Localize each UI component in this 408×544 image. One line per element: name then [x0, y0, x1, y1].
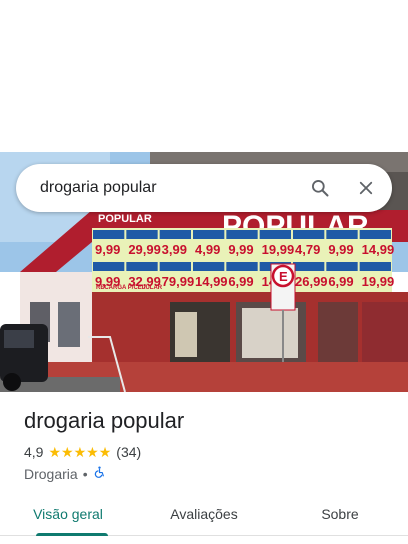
- price-label-band: [293, 230, 325, 239]
- promo-text: RECARGA P/CELULAR: [96, 285, 163, 291]
- price-tag: 26,99: [295, 274, 328, 289]
- price-tag: 4,99: [195, 242, 220, 257]
- tab-about[interactable]: Sobre: [272, 496, 408, 535]
- review-count[interactable]: (34): [116, 444, 141, 460]
- price-label-band: [359, 262, 391, 271]
- price-tag: 19,99: [362, 274, 395, 289]
- place-tabs: Visão geral Avaliações Sobre: [0, 496, 408, 536]
- price-label-band: [193, 230, 225, 239]
- price-label-band: [226, 262, 258, 271]
- price-label-band: [93, 262, 125, 271]
- price-tag: 29,99: [128, 242, 161, 257]
- price-label-band: [193, 262, 225, 271]
- sign-text-left: POPULAR: [98, 213, 152, 225]
- price-label-band: [159, 230, 191, 239]
- search-input[interactable]: drogaria popular: [40, 179, 300, 197]
- price-tag: 3,99: [162, 242, 187, 257]
- price-tag: 79,99: [162, 274, 195, 289]
- star-icon: ★: [98, 444, 112, 460]
- price-tag: 9,99: [228, 242, 253, 257]
- price-tag: 9,99: [328, 242, 353, 257]
- price-tag: 14,99: [362, 242, 395, 257]
- price-tag: 9,99: [95, 242, 120, 257]
- price-label-band: [126, 262, 158, 271]
- price-tag: 6,99: [328, 274, 353, 289]
- separator-dot: •: [82, 465, 88, 482]
- price-poster: 9,99 29,99 3,99 4,99 9,99 19,99 4,79 9,99 14,999…: [92, 228, 394, 292]
- price-tag: 4,79: [295, 242, 320, 257]
- price-label-band: [226, 230, 258, 239]
- price-label-band: [326, 262, 358, 271]
- close-icon[interactable]: [346, 168, 386, 208]
- place-name: drogaria popular: [24, 408, 185, 433]
- search-icon[interactable]: [300, 168, 340, 208]
- search-bar[interactable]: drogaria popular: [16, 164, 392, 212]
- star-icon: ★: [48, 444, 62, 460]
- tab-overview[interactable]: Visão geral: [0, 496, 136, 536]
- star-icon: ★: [61, 444, 74, 460]
- wheelchair-icon: [93, 465, 106, 482]
- price-tag: 6,99: [228, 274, 253, 289]
- place-category[interactable]: Drogaria: [24, 466, 78, 482]
- price-label-band: [293, 262, 325, 271]
- price-label-band: [93, 230, 125, 239]
- price-label-band: [326, 230, 358, 239]
- category-row: Drogaria •: [24, 465, 106, 482]
- price-label-band: [359, 230, 391, 239]
- rating-row[interactable]: 4,9 ★ ★ ★ ★ ★ (34): [24, 444, 141, 460]
- star-rating: ★ ★ ★ ★ ★: [48, 445, 111, 459]
- price-label-band: [159, 262, 191, 271]
- price-tag: 19,99: [262, 242, 295, 257]
- price-label-band: [126, 230, 158, 239]
- price-tag: 14,99: [195, 274, 228, 289]
- tab-reviews[interactable]: Avaliações: [136, 496, 272, 535]
- star-icon: ★: [73, 444, 87, 460]
- parking-sign-letter: E: [279, 269, 288, 284]
- rating-value: 4,9: [24, 444, 44, 460]
- price-label-band: [259, 230, 291, 239]
- star-icon: ★: [86, 444, 99, 460]
